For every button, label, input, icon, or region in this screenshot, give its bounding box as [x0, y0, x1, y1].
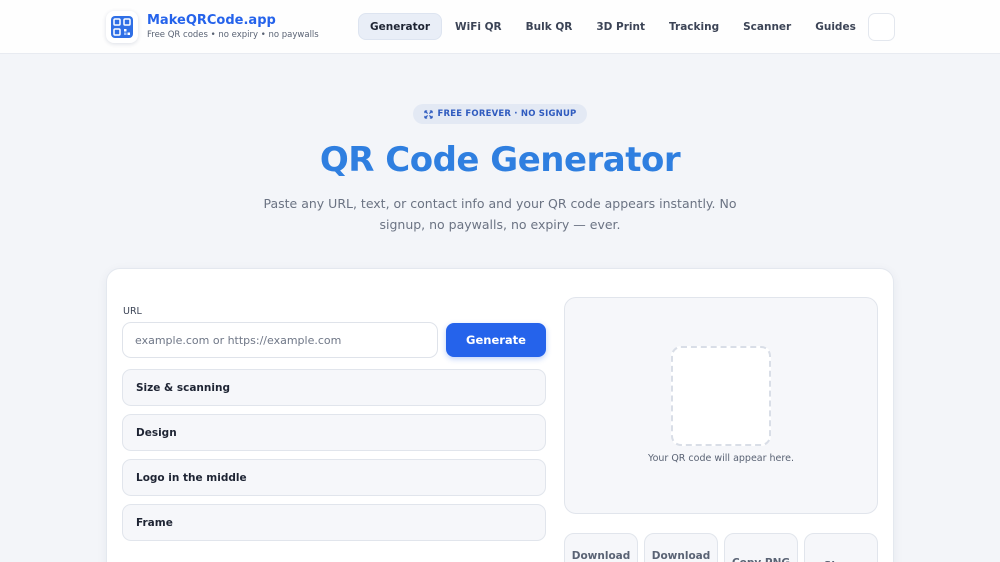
qr-logo-icon: [106, 11, 138, 43]
site-header: MakeQRCode.app Free QR codes • no expiry…: [0, 0, 1000, 54]
section-design[interactable]: Design: [122, 414, 546, 451]
share-button[interactable]: Share: [804, 533, 878, 562]
nav-generator[interactable]: Generator: [358, 13, 443, 40]
generate-button[interactable]: Generate: [446, 323, 546, 357]
nav-3d-print[interactable]: 3D Print: [585, 13, 656, 40]
nav-bulk-qr[interactable]: Bulk QR: [515, 13, 584, 40]
brand[interactable]: MakeQRCode.app Free QR codes • no expiry…: [106, 11, 319, 43]
hero-badge: FREE FOREVER · NO SIGNUP: [413, 104, 587, 124]
url-input[interactable]: [122, 322, 438, 358]
nav-tracking[interactable]: Tracking: [658, 13, 730, 40]
main-nav: Generator WiFi QR Bulk QR 3D Print Track…: [358, 13, 869, 40]
copy-png-button[interactable]: Copy PNG: [724, 533, 798, 562]
download-png-button[interactable]: Download PNG: [564, 533, 638, 562]
url-label: URL: [123, 306, 142, 317]
section-size-scanning[interactable]: Size & scanning: [122, 369, 546, 406]
page-title: QR Code Generator: [319, 140, 681, 180]
brand-tagline: Free QR codes • no expiry • no paywalls: [147, 30, 319, 40]
nav-wifi-qr[interactable]: WiFi QR: [444, 13, 513, 40]
hero-badge-label: FREE FOREVER · NO SIGNUP: [437, 109, 577, 119]
theme-toggle-button[interactable]: [868, 13, 895, 41]
expand-icon: [423, 109, 433, 119]
download-svg-button[interactable]: Download SVG: [644, 533, 718, 562]
qr-placeholder-text: Your QR code will appear here.: [648, 453, 794, 464]
nav-scanner[interactable]: Scanner: [732, 13, 802, 40]
section-frame[interactable]: Frame: [122, 504, 546, 541]
section-logo[interactable]: Logo in the middle: [122, 459, 546, 496]
page-subtitle: Paste any URL, text, or contact info and…: [263, 196, 737, 232]
brand-name: MakeQRCode.app: [147, 13, 276, 28]
nav-guides[interactable]: Guides: [804, 13, 867, 40]
qr-placeholder: [671, 346, 771, 446]
